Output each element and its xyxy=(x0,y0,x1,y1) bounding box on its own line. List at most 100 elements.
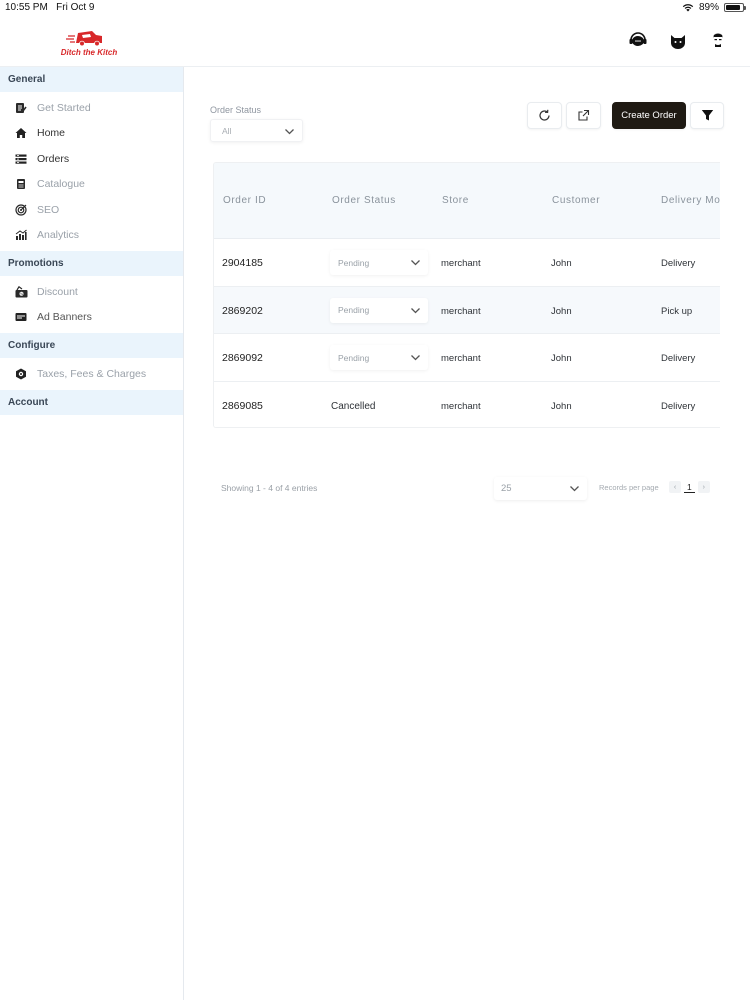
sidebar-item-label: Ad Banners xyxy=(37,311,92,324)
store-cell: merchant xyxy=(441,305,481,317)
wifi-icon xyxy=(682,4,694,12)
order-status-dropdown[interactable]: Pending xyxy=(330,250,428,275)
main-content: Order Status All Create Order Order ID O… xyxy=(185,67,750,1000)
chevron-down-icon xyxy=(411,260,420,266)
customer-cell: John xyxy=(551,258,572,269)
delivery-mode-cell: Delivery xyxy=(661,400,696,412)
delivery-mode-cell: Pick up xyxy=(661,305,693,317)
brand-name: Ditch the Kitch xyxy=(60,48,118,57)
prev-page-button[interactable]: ‹ xyxy=(669,481,681,493)
order-status-value: Pending xyxy=(338,352,370,363)
pagination: ‹ 1 › xyxy=(669,481,710,493)
profile-icon[interactable] xyxy=(708,30,728,50)
order-status-cell: Cancelled xyxy=(331,400,376,412)
table-row[interactable]: 2869202 Pending merchant John Pick up xyxy=(214,286,720,334)
customer-cell: John xyxy=(551,400,572,412)
target-icon xyxy=(14,203,28,217)
status-time: 10:55 PM Fri Oct 9 xyxy=(5,2,95,13)
status-right: 89% xyxy=(682,2,746,13)
sidebar-item-analytics[interactable]: Analytics xyxy=(0,223,183,249)
sidebar-item-ad-banners[interactable]: Ad Banners xyxy=(0,305,183,331)
order-status-filter-select[interactable]: All xyxy=(210,119,303,142)
sidebar-item-label: SEO xyxy=(37,203,60,216)
order-status-value: Pending xyxy=(338,257,370,268)
order-status-filter-value: All xyxy=(222,125,232,136)
table-row[interactable]: 2869085 Cancelled merchant John Delivery xyxy=(214,381,720,427)
home-icon xyxy=(14,126,28,140)
sidebar-section-configure: Configure xyxy=(0,333,183,358)
discount-icon: % xyxy=(14,285,28,299)
battery-icon xyxy=(724,3,746,12)
refresh-button[interactable] xyxy=(527,102,562,129)
banner-icon xyxy=(14,310,28,324)
order-id-cell[interactable]: 2869202 xyxy=(222,305,263,317)
sidebar-section-account[interactable]: Account xyxy=(0,389,183,415)
order-id-cell[interactable]: 2869092 xyxy=(222,352,263,364)
column-header-order-status[interactable]: Order Status xyxy=(332,195,396,206)
sidebar-section-promotions: Promotions xyxy=(0,251,183,276)
app-header: Ditch the Kitch xyxy=(0,16,750,67)
chevron-down-icon xyxy=(411,355,420,361)
sidebar-item-label: Taxes, Fees & Charges xyxy=(37,367,147,380)
sidebar-item-seo[interactable]: SEO xyxy=(0,197,183,223)
table-row[interactable]: 2904185 Pending merchant John Delivery xyxy=(214,239,720,287)
sidebar-item-taxes-fees-charges[interactable]: Taxes, Fees & Charges xyxy=(0,361,183,387)
chevron-down-icon xyxy=(411,307,420,313)
filter-button[interactable] xyxy=(690,102,724,129)
customer-cell: John xyxy=(551,353,572,364)
entries-summary: Showing 1 - 4 of 4 entries xyxy=(221,483,318,493)
sidebar-item-label: Discount xyxy=(37,285,78,298)
catalogue-icon xyxy=(14,177,28,191)
order-status-value: Pending xyxy=(338,305,370,315)
support-chat-icon[interactable] xyxy=(628,30,648,50)
cat-avatar-icon[interactable] xyxy=(668,30,688,50)
customer-cell: John xyxy=(551,305,572,317)
sidebar-item-catalogue[interactable]: Catalogue xyxy=(0,172,183,198)
external-link-icon xyxy=(578,109,590,121)
status-bar: 10:55 PM Fri Oct 9 89% xyxy=(0,0,750,16)
hexagon-settings-icon xyxy=(14,367,28,381)
order-id-cell[interactable]: 2904185 xyxy=(222,257,263,269)
orders-table: Order ID Order Status Store Customer Del… xyxy=(213,162,720,428)
chevron-down-icon xyxy=(285,129,294,135)
delivery-truck-icon xyxy=(66,31,102,47)
order-id-cell[interactable]: 2869085 xyxy=(222,400,263,412)
refresh-icon xyxy=(539,109,550,121)
order-status-filter-label: Order Status xyxy=(210,105,262,115)
sidebar-item-get-started[interactable]: Get Started xyxy=(0,95,183,121)
header-actions xyxy=(628,30,728,50)
export-button[interactable] xyxy=(566,102,601,129)
sidebar-item-discount[interactable]: % Discount xyxy=(0,279,183,305)
create-order-button[interactable]: Create Order xyxy=(612,102,686,129)
current-page-number[interactable]: 1 xyxy=(684,482,695,493)
sidebar: General Get Started Home Orders Catalogu… xyxy=(0,67,184,1000)
column-header-delivery-mode[interactable]: Delivery Mo xyxy=(661,195,720,206)
sidebar-item-label: Get Started xyxy=(37,101,91,114)
sidebar-item-label: Orders xyxy=(37,152,70,165)
store-cell: merchant xyxy=(441,400,481,412)
sidebar-item-label: Analytics xyxy=(37,229,80,242)
records-per-page-select[interactable]: 25 xyxy=(494,477,587,500)
table-header: Order ID Order Status Store Customer Del… xyxy=(214,163,720,239)
sidebar-item-label: Catalogue xyxy=(37,178,85,191)
column-header-store[interactable]: Store xyxy=(442,195,469,206)
store-cell: merchant xyxy=(441,353,481,364)
records-per-page-label: Records per page xyxy=(599,483,659,492)
sidebar-item-home[interactable]: Home xyxy=(0,121,183,147)
battery-percent: 89% xyxy=(698,2,719,13)
checklist-icon xyxy=(14,101,28,115)
sidebar-item-orders[interactable]: Orders xyxy=(0,146,183,172)
brand-logo[interactable]: Ditch the Kitch xyxy=(58,27,120,57)
column-header-order-id[interactable]: Order ID xyxy=(223,195,266,206)
order-status-dropdown[interactable]: Pending xyxy=(330,345,428,370)
delivery-mode-cell: Delivery xyxy=(661,353,696,364)
sidebar-item-label: Home xyxy=(37,127,66,140)
order-status-dropdown[interactable]: Pending xyxy=(330,297,428,323)
analytics-icon xyxy=(14,228,28,242)
column-header-customer[interactable]: Customer xyxy=(552,195,600,206)
table-row[interactable]: 2869092 Pending merchant John Delivery xyxy=(214,334,720,382)
orders-icon xyxy=(14,152,28,166)
records-per-page-value: 25 xyxy=(501,483,512,494)
next-page-button[interactable]: › xyxy=(697,481,710,493)
store-cell: merchant xyxy=(441,258,481,269)
